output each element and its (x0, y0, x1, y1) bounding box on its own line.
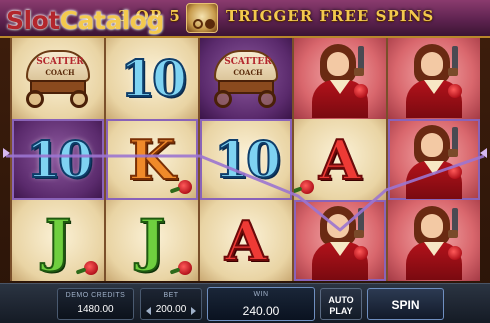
symbol-ten: 10 (200, 119, 292, 200)
coach-icon: SCATTER COACH (208, 48, 284, 112)
symbol-ace: A (294, 119, 386, 200)
lady-icon (388, 200, 480, 281)
watermark-catalog: Catalog (59, 6, 165, 35)
symbol-lady (294, 38, 386, 119)
reel-1: SCATTER COACH 10 J (12, 38, 104, 281)
credits-value: 1480.00 (77, 304, 114, 315)
symbol-ten-text: 10 (25, 129, 94, 190)
lady-icon (388, 119, 480, 200)
spin-label: SPIN (391, 298, 420, 312)
symbol-lady (388, 200, 480, 281)
game-screen: 3 OR 5 TRIGGER FREE SPINS SlotCatalog SC… (0, 0, 490, 323)
bet-label: BET (163, 292, 179, 299)
lady-icon (294, 200, 386, 281)
symbol-lady (388, 119, 480, 200)
rose-icon (300, 180, 314, 194)
coach-icon: SCATTER COACH (20, 48, 96, 112)
symbol-lady (294, 200, 386, 281)
autoplay-label-line2: PLAY (329, 306, 353, 316)
symbol-scatter-coach: SCATTER COACH (12, 38, 104, 119)
reel-5 (388, 38, 480, 281)
symbol-jack: J (106, 200, 198, 281)
symbol-ace: A (200, 200, 292, 281)
lady-icon (294, 38, 386, 119)
scatter-coach-icon (186, 3, 218, 33)
rose-icon (84, 261, 98, 275)
lady-icon (388, 38, 480, 119)
credits-display: DEMO CREDITS 1480.00 (57, 288, 134, 320)
bet-increase-icon[interactable] (191, 307, 196, 315)
payline-marker-left (3, 148, 10, 158)
rose-icon (178, 261, 192, 275)
autoplay-label-line1: AUTO (328, 295, 354, 305)
symbol-ten: 10 (106, 38, 198, 119)
win-display: WIN 240.00 (207, 287, 315, 321)
scatter-sublabel: COACH (45, 68, 75, 77)
autoplay-button[interactable]: AUTO PLAY (320, 288, 362, 320)
banner-text-right: TRIGGER FREE SPINS (226, 7, 435, 25)
scatter-label: SCATTER (224, 57, 272, 67)
bet-selector[interactable]: BET 200.00 (140, 288, 202, 320)
watermark-slot: Slot (6, 6, 60, 35)
payline-marker-right (480, 148, 487, 158)
rose-icon (178, 180, 192, 194)
reel-3: SCATTER COACH 10 A (200, 38, 292, 281)
symbol-ten: 10 (12, 119, 104, 200)
scatter-sublabel: COACH (233, 68, 263, 77)
reel-4: A (294, 38, 386, 281)
symbol-jack: J (12, 200, 104, 281)
scatter-label: SCATTER (36, 57, 84, 67)
win-label: WIN (253, 291, 269, 298)
credits-label: DEMO CREDITS (65, 292, 126, 299)
symbol-scatter-coach: SCATTER COACH (200, 38, 292, 119)
slotcatalog-watermark: SlotCatalog (6, 6, 164, 35)
symbol-ace-text: A (224, 208, 268, 274)
reel-area: SCATTER COACH 10 J 10 K J SCATTER COACH … (10, 38, 480, 281)
reel-2: 10 K J (106, 38, 198, 281)
symbol-ten-text: 10 (213, 129, 282, 190)
spin-button[interactable]: SPIN (367, 288, 444, 320)
symbol-king: K (106, 119, 198, 200)
symbol-ten-text: 10 (119, 48, 188, 109)
symbol-lady (388, 38, 480, 119)
win-value: 240.00 (242, 304, 280, 318)
control-panel: DEMO CREDITS 1480.00 BET 200.00 WIN 240.… (0, 283, 490, 323)
